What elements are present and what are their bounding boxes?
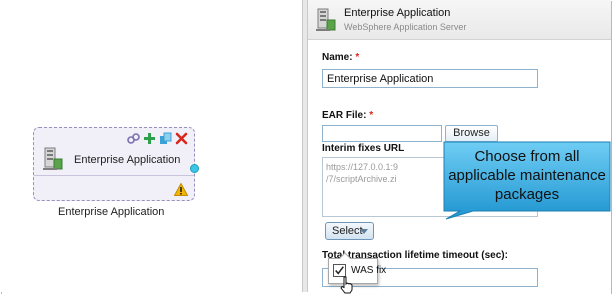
required-marker: * <box>355 52 360 63</box>
delete-icon[interactable] <box>175 132 188 145</box>
name-label-text: Name: <box>322 52 353 63</box>
warning-icon[interactable] <box>173 182 189 196</box>
ear-file-label: EAR File: * <box>322 110 373 121</box>
menu-item-was-fix[interactable]: WAS fix <box>351 265 386 276</box>
link-icon[interactable] <box>127 132 140 145</box>
application-server-icon <box>316 8 336 32</box>
node-connection-port[interactable] <box>190 164 199 173</box>
panel-subtitle: WebSphere Application Server <box>344 22 467 32</box>
copy-icon[interactable] <box>159 132 172 145</box>
select-button[interactable]: Select <box>325 222 374 240</box>
node-divider <box>34 175 194 176</box>
browse-button[interactable]: Browse <box>445 125 498 142</box>
required-marker: * <box>369 110 374 121</box>
select-button-label: Select <box>332 225 363 237</box>
name-input[interactable] <box>322 69 538 88</box>
chevron-down-icon <box>360 229 368 234</box>
name-label: Name: * <box>322 52 359 63</box>
ear-file-label-text: EAR File: <box>322 110 367 121</box>
enterprise-application-node[interactable]: Enterprise Application <box>33 127 195 201</box>
hand-cursor-icon <box>340 276 354 294</box>
application-server-icon <box>43 147 63 171</box>
panel-header: Enterprise Application WebSphere Applica… <box>308 0 611 40</box>
pattern-canvas[interactable]: Enterprise Application Enterprise Applic… <box>0 0 302 292</box>
ear-file-input[interactable] <box>322 125 442 142</box>
callout-text: Choose from all applicable maintenance p… <box>448 148 606 203</box>
panel-title: Enterprise Application <box>344 7 451 19</box>
add-icon[interactable] <box>143 132 156 145</box>
node-title: Enterprise Application <box>74 154 181 166</box>
tutorial-callout: Choose from all applicable maintenance p… <box>443 141 611 220</box>
node-caption: Enterprise Application <box>58 206 165 218</box>
interim-fixes-label: Interim fixes URL <box>322 143 405 154</box>
node-toolbar <box>127 132 188 145</box>
